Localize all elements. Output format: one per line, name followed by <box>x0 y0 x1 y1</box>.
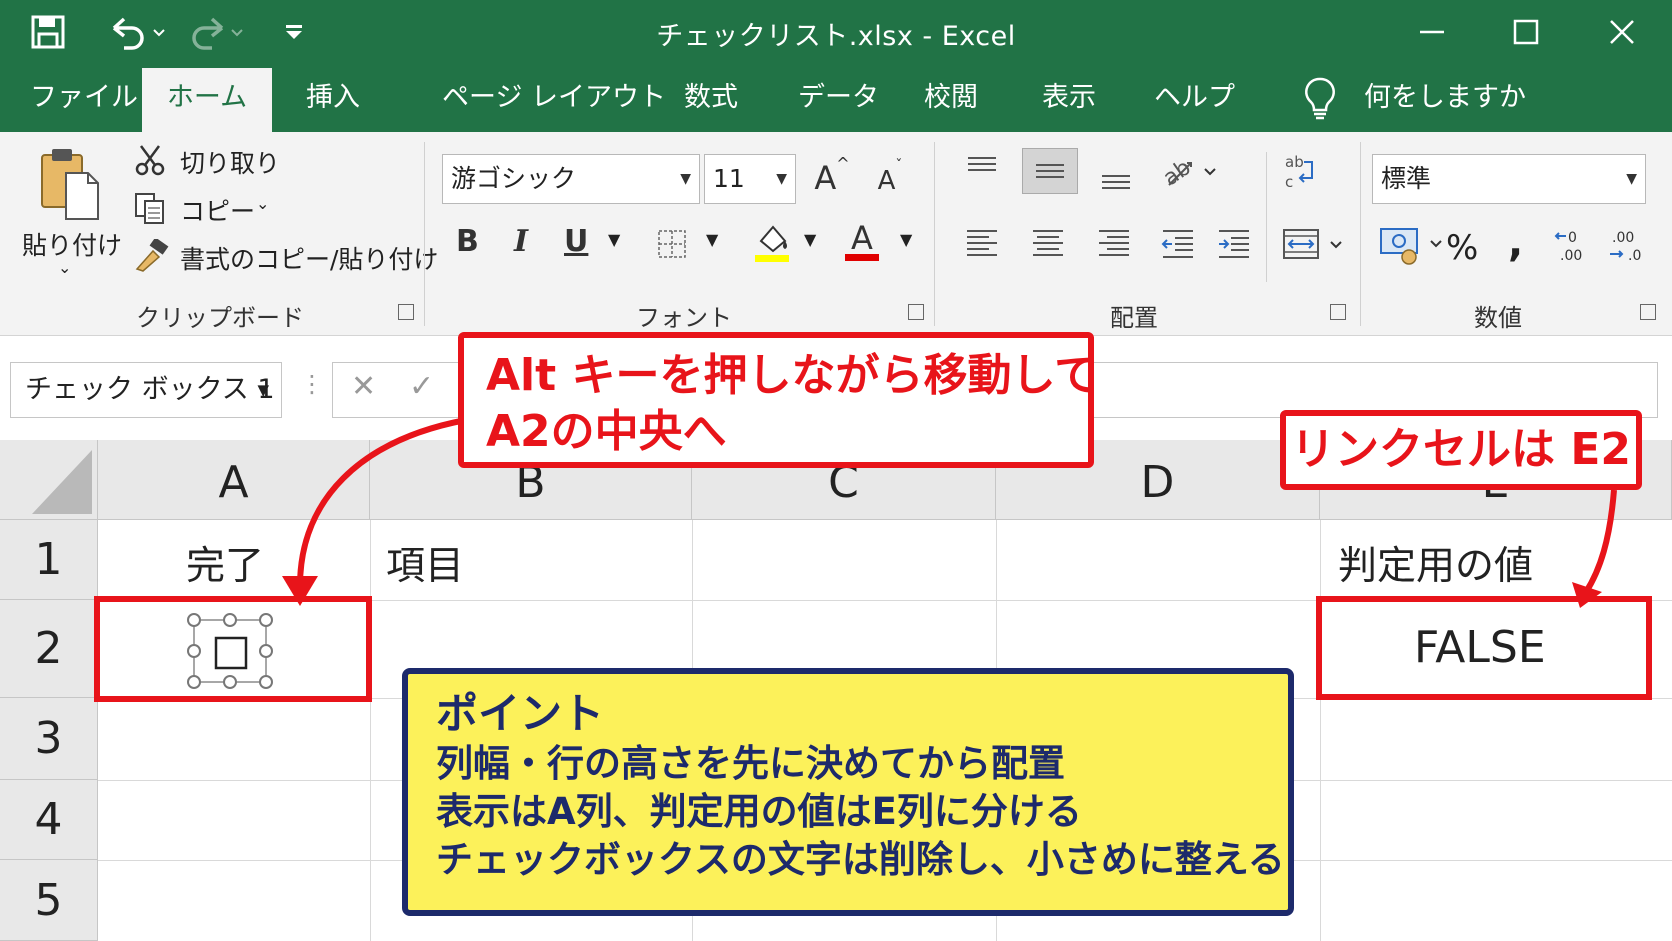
link-cell-callout: リンクセルは E2 <box>1280 410 1642 490</box>
point-box-title: ポイント <box>436 689 605 738</box>
point-box: ポイント 列幅・行の高さを先に決めてから配置 表示はA列、判定用の値はE列に分け… <box>402 668 1294 916</box>
move-callout-line-2: A2の中央へ <box>486 406 727 457</box>
point-box-line-1: 列幅・行の高さを先に決めてから配置 <box>436 742 1065 785</box>
move-callout: Alt キーを押しながら移動して A2の中央へ <box>458 332 1099 468</box>
point-box-line-3: チェックボックスの文字は削除し、小さめに整える <box>436 838 1285 881</box>
move-callout-line-1: Alt キーを押しながら移動して <box>486 350 1099 401</box>
point-box-line-2: 表示はA列、判定用の値はE列に分ける <box>436 790 1082 833</box>
